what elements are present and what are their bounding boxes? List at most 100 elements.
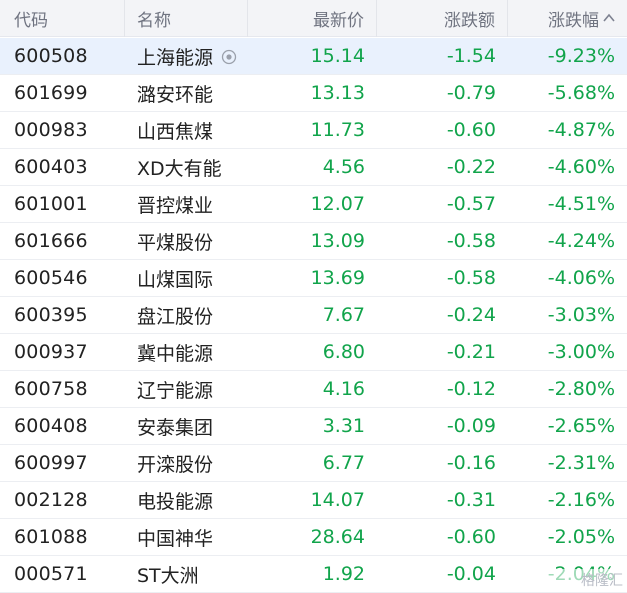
stock-code: 600758 [14,378,88,400]
table-header: 代码 名称 最新价 涨跌额 涨跌幅 [0,0,627,37]
stock-name: 山煤国际 [137,268,214,291]
column-header-name[interactable]: 名称 [125,0,248,37]
stock-code: 000983 [14,119,88,141]
table-row[interactable]: 000937 冀中能源 6.80 -0.21 -3.00% [0,334,627,371]
stock-pct: -2.31% [547,452,615,474]
table-row[interactable]: 600508 上海能源 15.14 -1.54 -9.23% [0,38,627,75]
stock-name: 晋控煤业 [137,194,214,217]
stock-name-cell: 山煤国际 [125,260,248,296]
stock-change: -0.12 [446,378,496,400]
watermark-text: 格隆汇 [581,573,623,589]
column-header-pct-label: 涨跌幅 [548,11,599,31]
table-row[interactable]: 600997 开滦股份 6.77 -0.16 -2.31% [0,445,627,482]
stock-price: 6.77 [322,452,365,474]
table-row[interactable]: 600546 山煤国际 13.69 -0.58 -4.06% [0,260,627,297]
stock-name: 安泰集团 [137,416,214,439]
stock-price: 13.13 [310,82,365,104]
stock-price: 13.09 [310,230,365,252]
stock-name-cell: 山西焦煤 [125,112,248,148]
stock-change: -0.60 [446,526,496,548]
stock-name-cell: 冀中能源 [125,334,248,370]
table-row[interactable]: 002128 电投能源 14.07 -0.31 -2.16% [0,482,627,519]
column-header-code[interactable]: 代码 [0,0,125,37]
stock-price: 6.80 [322,341,365,363]
stock-name-cell: 中国神华 [125,519,248,555]
stock-name-cell: 电投能源 [125,482,248,518]
stock-pct: -2.05% [547,526,615,548]
stock-name-cell: 辽宁能源 [125,371,248,407]
column-header-pct[interactable]: 涨跌幅 [508,0,627,37]
caret-up-icon[interactable] [603,12,615,26]
stock-change: -0.79 [446,82,496,104]
stock-pct: -4.24% [547,230,615,252]
stock-name: 辽宁能源 [137,379,214,402]
stock-name: 电投能源 [137,490,214,513]
stock-code: 000571 [14,563,88,585]
stock-name: 平煤股份 [137,231,214,254]
stock-code: 601666 [14,230,88,252]
stock-price: 7.67 [322,304,365,326]
stock-change: -0.31 [446,489,496,511]
stock-price: 13.69 [310,267,365,289]
table-row[interactable]: 000983 山西焦煤 11.73 -0.60 -4.87% [0,112,627,149]
stock-pct: -3.03% [547,304,615,326]
table-row[interactable]: 600758 辽宁能源 4.16 -0.12 -2.80% [0,371,627,408]
stock-change: -0.58 [446,267,496,289]
stock-price: 14.07 [310,489,365,511]
stock-code: 600997 [14,452,88,474]
stock-name: 上海能源 [137,46,214,69]
stock-name: 开滦股份 [137,453,214,476]
stock-change: -1.54 [446,45,496,67]
stock-price: 3.31 [322,415,365,437]
stock-code: 601001 [14,193,88,215]
eye-icon[interactable] [221,48,237,65]
stock-name-cell: 潞安环能 [125,75,248,111]
stock-code: 601088 [14,526,88,548]
stock-pct: -4.51% [547,193,615,215]
table-row[interactable]: 601001 晋控煤业 12.07 -0.57 -4.51% [0,186,627,223]
stock-change: -0.04 [446,563,496,585]
table-row[interactable]: 601088 中国神华 28.64 -0.60 -2.05% [0,519,627,556]
stock-name-cell: XD大有能 [125,149,248,185]
stock-price: 28.64 [310,526,365,548]
stock-pct: -5.68% [547,82,615,104]
watermark: 格隆汇 [541,569,623,591]
stock-code: 601699 [14,82,88,104]
stock-name-cell: 开滦股份 [125,445,248,481]
stock-change: -0.09 [446,415,496,437]
table-row[interactable]: 600395 盘江股份 7.67 -0.24 -3.03% [0,297,627,334]
table-row[interactable]: 601699 潞安环能 13.13 -0.79 -5.68% [0,75,627,112]
stock-name: XD大有能 [137,157,222,180]
table-row[interactable]: 601666 平煤股份 13.09 -0.58 -4.24% [0,223,627,260]
stock-name-cell: 盘江股份 [125,297,248,333]
stock-change: -0.24 [446,304,496,326]
stock-code: 600508 [14,45,88,67]
stock-change: -0.58 [446,230,496,252]
stock-pct: -3.00% [547,341,615,363]
column-header-price[interactable]: 最新价 [248,0,377,37]
stock-name: ST大洲 [137,564,199,587]
stock-name: 盘江股份 [137,305,214,328]
stock-table-body: 600508 上海能源 15.14 -1.54 -9.23% 601699 潞安环能 13.1… [0,38,627,593]
table-row[interactable]: 000571ST大洲1.92-0.04-2.04% [0,556,627,593]
stock-pct: -2.16% [547,489,615,511]
stock-change: -0.57 [446,193,496,215]
stock-change: -0.22 [446,156,496,178]
table-row[interactable]: 600408 安泰集团 3.31 -0.09 -2.65% [0,408,627,445]
column-header-change[interactable]: 涨跌额 [377,0,508,37]
stock-change: -0.60 [446,119,496,141]
stock-name-cell: 上海能源 [125,38,248,74]
stock-pct: -4.60% [547,156,615,178]
stock-code: 600408 [14,415,88,437]
stock-pct: -4.06% [547,267,615,289]
stock-name-cell: 平煤股份 [125,223,248,259]
stock-code: 002128 [14,489,88,511]
stock-name-cell: ST大洲 [125,556,248,592]
stock-pct: -9.23% [547,45,615,67]
stock-code: 600395 [14,304,88,326]
stock-pct: -4.87% [547,119,615,141]
stock-price: 4.16 [322,378,365,400]
stock-price: 1.92 [322,563,365,585]
stock-name: 冀中能源 [137,342,214,365]
table-row[interactable]: 600403 XD大有能 4.56 -0.22 -4.60% [0,149,627,186]
